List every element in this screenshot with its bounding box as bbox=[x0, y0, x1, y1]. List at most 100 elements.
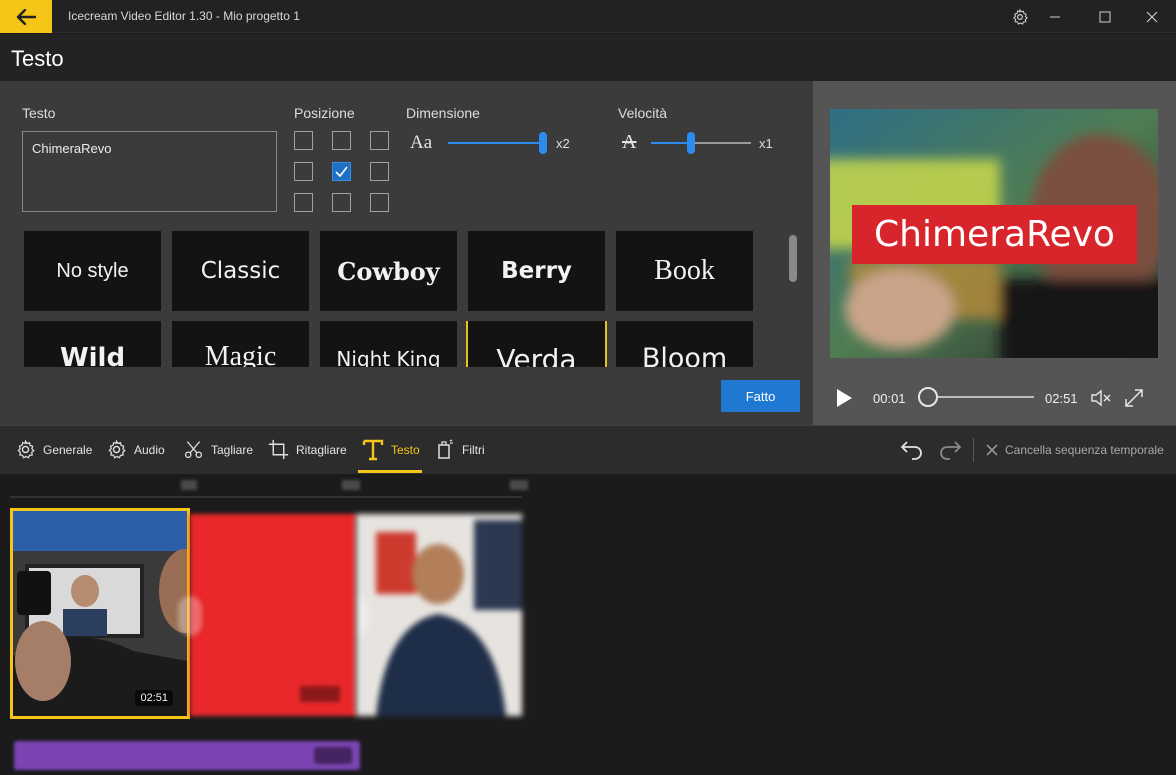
ruler-tick-mark bbox=[181, 480, 197, 490]
undo-button[interactable] bbox=[900, 438, 924, 465]
style-tile-magic[interactable]: Magic bbox=[172, 321, 309, 367]
close-button[interactable] bbox=[1131, 0, 1173, 33]
clip-transition-handle bbox=[178, 596, 202, 636]
position-label: Posizione bbox=[294, 105, 355, 121]
style-tile-label: Book bbox=[654, 255, 715, 286]
toolbar-divider bbox=[973, 438, 974, 462]
style-tile-verda[interactable]: Verda bbox=[466, 321, 607, 367]
style-tile-label: Night King bbox=[336, 347, 441, 367]
style-tile-berry[interactable]: Berry bbox=[468, 231, 605, 311]
speed-value: x1 bbox=[759, 136, 773, 151]
position-bottom-center[interactable] bbox=[332, 193, 351, 212]
style-tile-no-style[interactable]: No style bbox=[24, 231, 161, 311]
style-tile-wild[interactable]: Wild bbox=[24, 321, 161, 367]
timeline-clip[interactable] bbox=[178, 514, 356, 716]
total-time: 02:51 bbox=[1045, 391, 1078, 406]
fullscreen-icon bbox=[1125, 389, 1143, 407]
speed-slider-fill bbox=[651, 142, 691, 144]
tab-audio[interactable]: Audio bbox=[106, 425, 165, 474]
mute-button[interactable] bbox=[1090, 388, 1112, 413]
tab-ritagliare[interactable]: Ritagliare bbox=[268, 425, 347, 474]
seek-bar[interactable] bbox=[918, 387, 1034, 407]
speed-icon: A bbox=[622, 131, 637, 153]
mute-icon bbox=[1091, 389, 1111, 407]
style-tile-label: Magic bbox=[204, 341, 277, 367]
style-tile-label: Classic bbox=[200, 258, 281, 284]
fullscreen-button[interactable] bbox=[1124, 388, 1144, 413]
tab-generale[interactable]: Generale bbox=[15, 425, 92, 474]
style-tile-book[interactable]: Book bbox=[616, 231, 753, 311]
tab-label: Filtri bbox=[462, 442, 485, 457]
active-tab-indicator bbox=[358, 470, 422, 473]
style-tiles-row-2: Wild Magic Night King Verda Bloom bbox=[0, 321, 813, 367]
tab-label: Generale bbox=[43, 442, 93, 457]
seek-thumb[interactable] bbox=[918, 387, 938, 407]
tab-label: Ritagliare bbox=[296, 442, 347, 457]
size-slider-track bbox=[448, 142, 544, 144]
done-button[interactable]: Fatto bbox=[721, 380, 800, 412]
close-icon bbox=[1146, 11, 1158, 22]
clip-duration-badge: 02:51 bbox=[135, 690, 173, 706]
style-tile-cowboy[interactable]: Cowboy bbox=[320, 231, 457, 311]
position-top-right[interactable] bbox=[370, 131, 389, 150]
tab-tagliare[interactable]: Tagliare bbox=[183, 425, 253, 474]
timeline-clip[interactable] bbox=[356, 514, 522, 716]
styles-scrollbar[interactable] bbox=[789, 235, 797, 282]
position-bottom-left[interactable] bbox=[294, 193, 313, 212]
speed-slider-track bbox=[691, 142, 751, 144]
style-tile-label: No style bbox=[56, 259, 129, 282]
style-tile-label: Verda bbox=[496, 343, 577, 367]
timeline-ruler bbox=[10, 496, 522, 498]
size-slider[interactable] bbox=[448, 132, 548, 154]
speed-slider[interactable] bbox=[651, 132, 751, 154]
style-tile-label: Cowboy bbox=[337, 256, 440, 286]
clip-thumbnail-image bbox=[356, 514, 522, 716]
position-middle-right[interactable] bbox=[370, 162, 389, 181]
style-tile-label: Wild bbox=[59, 343, 126, 367]
minimize-icon bbox=[1050, 16, 1060, 17]
position-bottom-right[interactable] bbox=[370, 193, 389, 212]
tab-filtri[interactable]: Filtri bbox=[437, 425, 485, 474]
scissors-icon bbox=[184, 441, 203, 459]
speed-slider-thumb[interactable] bbox=[687, 132, 695, 154]
audio-duration-badge bbox=[314, 747, 352, 764]
checkmark-icon bbox=[335, 166, 348, 178]
clear-timeline-button[interactable]: Cancella sequenza temporale bbox=[986, 443, 1164, 457]
crop-icon bbox=[268, 439, 289, 460]
play-button[interactable] bbox=[835, 388, 853, 413]
back-button[interactable] bbox=[0, 0, 52, 33]
ruler-tick-mark bbox=[510, 480, 528, 490]
text-input[interactable]: ChimeraRevo bbox=[22, 131, 277, 212]
text-label: Testo bbox=[22, 105, 56, 121]
tab-label: Tagliare bbox=[211, 442, 254, 457]
ruler-tick-mark bbox=[342, 480, 360, 490]
size-value: x2 bbox=[556, 136, 570, 151]
text-overlay: ChimeraRevo bbox=[852, 205, 1137, 264]
play-icon bbox=[837, 389, 852, 407]
position-top-center[interactable] bbox=[332, 131, 351, 150]
style-tile-bloom[interactable]: Bloom bbox=[616, 321, 753, 367]
gear-icon bbox=[108, 439, 126, 459]
style-tile-night-king[interactable]: Night King bbox=[320, 321, 457, 367]
text-t-icon bbox=[362, 439, 384, 460]
timeline-clip-selected[interactable]: 02:51 bbox=[10, 508, 190, 719]
maximize-button[interactable] bbox=[1084, 0, 1126, 33]
speed-label: Velocità bbox=[618, 105, 668, 121]
tab-testo[interactable]: Testo bbox=[362, 425, 420, 474]
audio-track-clip[interactable] bbox=[14, 741, 360, 770]
back-arrow-icon bbox=[16, 8, 36, 25]
clip-thumbnail-image bbox=[13, 511, 187, 716]
clip-transition-handle bbox=[356, 596, 368, 636]
style-tile-classic[interactable]: Classic bbox=[172, 231, 309, 311]
redo-icon bbox=[940, 441, 962, 460]
position-center[interactable] bbox=[332, 162, 351, 181]
position-top-left[interactable] bbox=[294, 131, 313, 150]
size-aa-icon: Aa bbox=[410, 132, 433, 153]
undo-icon bbox=[900, 441, 922, 460]
close-icon bbox=[986, 444, 998, 456]
redo-button[interactable] bbox=[938, 438, 962, 465]
size-slider-thumb[interactable] bbox=[539, 132, 547, 154]
position-middle-left[interactable] bbox=[294, 162, 313, 181]
seek-track bbox=[928, 396, 1034, 398]
minimize-button[interactable] bbox=[1034, 0, 1076, 33]
